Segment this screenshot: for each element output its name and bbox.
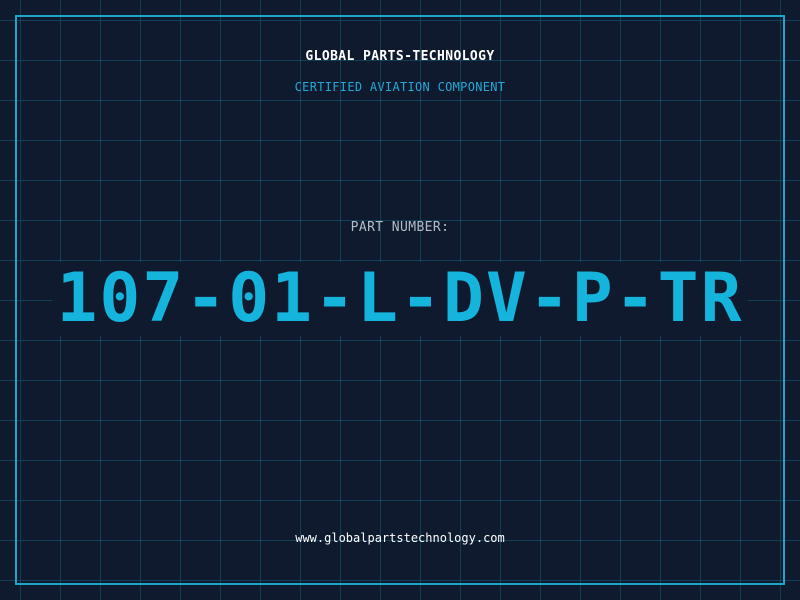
part-number-container: 107-01-L-DV-P-TR [0,262,800,336]
part-number-value: 107-01-L-DV-P-TR [52,262,748,336]
part-number-label: PART NUMBER: [350,220,450,235]
company-name: GLOBAL PARTS-TECHNOLOGY [305,49,495,64]
label-card: GLOBAL PARTS-TECHNOLOGY CERTIFIED AVIATI… [0,0,800,600]
certification-text: CERTIFIED AVIATION COMPONENT [294,80,506,94]
website-url: www.globalpartstechnology.com [295,531,505,545]
